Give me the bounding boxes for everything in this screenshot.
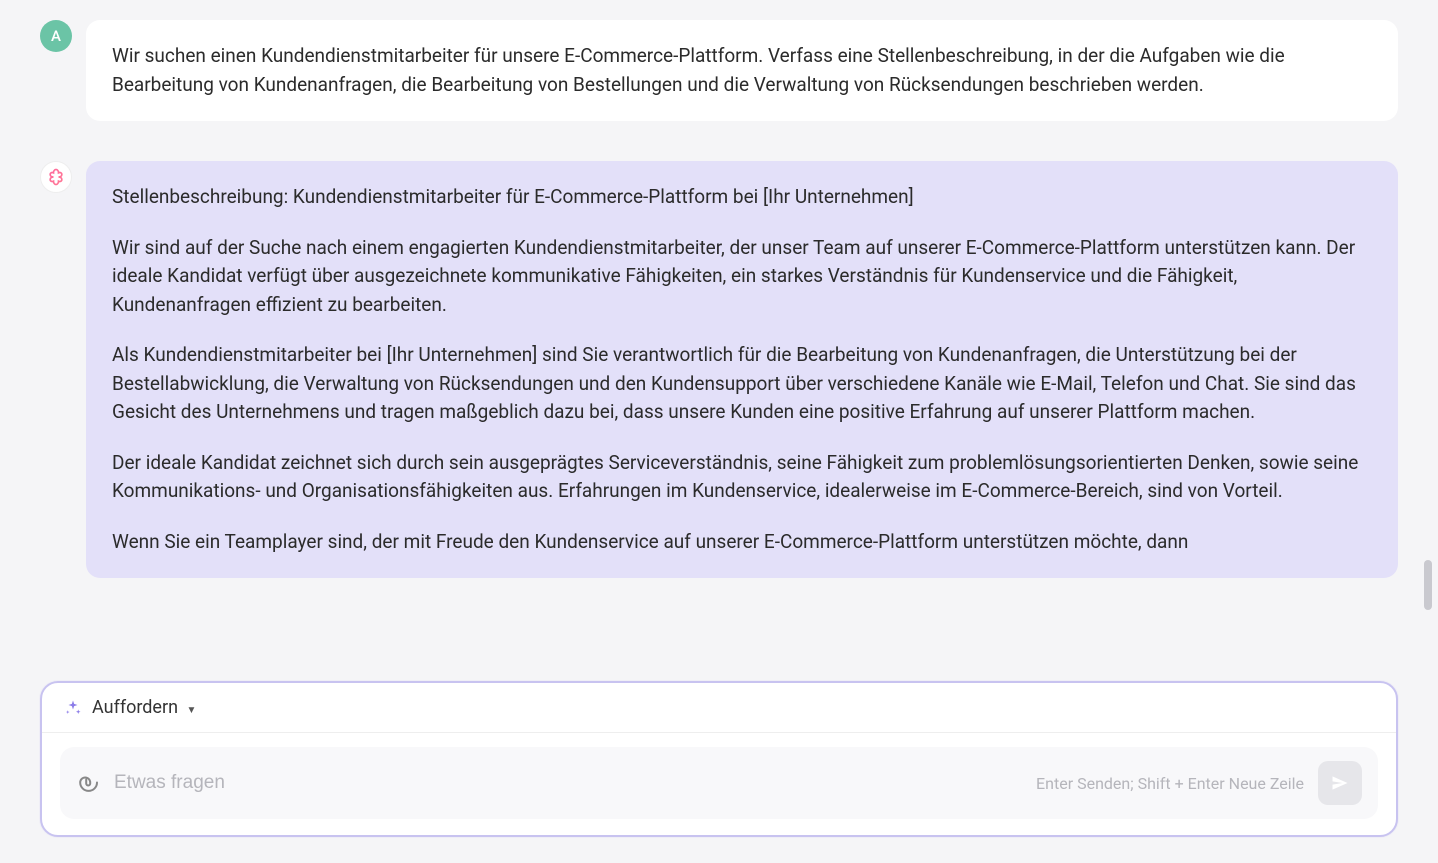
flower-logo-icon xyxy=(46,167,66,187)
scrollbar-thumb[interactable] xyxy=(1424,560,1432,610)
chevron-down-icon: ▼ xyxy=(187,705,197,716)
message-input[interactable] xyxy=(114,772,1022,794)
user-message-text: Wir suchen einen Kundendienstmitarbeiter… xyxy=(112,44,1285,96)
composer-header: Auffordern ▼ xyxy=(42,683,1396,733)
assistant-message-row: Stellenbeschreibung: Kundendienstmitarbe… xyxy=(40,161,1398,578)
assistant-paragraph: Der ideale Kandidat zeichnet sich durch … xyxy=(112,449,1372,506)
assistant-paragraph: Stellenbeschreibung: Kundendienstmitarbe… xyxy=(112,183,1372,212)
input-row: Enter Senden; Shift + Enter Neue Zeile xyxy=(60,747,1378,819)
mode-selector[interactable]: Auffordern ▼ xyxy=(92,697,196,718)
assistant-message-bubble: Stellenbeschreibung: Kundendienstmitarbe… xyxy=(86,161,1398,578)
composer: Auffordern ▼ Enter Senden; Shift + Enter… xyxy=(40,681,1398,837)
mode-label-text: Auffordern xyxy=(92,697,178,718)
avatar-letter: A xyxy=(51,27,61,45)
assistant-avatar xyxy=(40,161,72,193)
chat-scroll-area[interactable]: A Wir suchen einen Kundendienstmitarbeit… xyxy=(0,0,1438,625)
attachment-icon[interactable] xyxy=(76,771,100,795)
assistant-paragraph: Als Kundendienstmitarbeiter bei [Ihr Unt… xyxy=(112,341,1372,427)
user-message-row: A Wir suchen einen Kundendienstmitarbeit… xyxy=(40,20,1398,121)
composer-body: Enter Senden; Shift + Enter Neue Zeile xyxy=(42,733,1396,835)
user-avatar: A xyxy=(40,20,72,52)
keyboard-hint: Enter Senden; Shift + Enter Neue Zeile xyxy=(1036,774,1304,793)
send-icon xyxy=(1330,773,1350,793)
assistant-paragraph: Wenn Sie ein Teamplayer sind, der mit Fr… xyxy=(112,528,1372,557)
sparkle-icon xyxy=(64,699,82,717)
assistant-paragraph: Wir sind auf der Suche nach einem engagi… xyxy=(112,234,1372,320)
send-button[interactable] xyxy=(1318,761,1362,805)
user-message-bubble: Wir suchen einen Kundendienstmitarbeiter… xyxy=(86,20,1398,121)
